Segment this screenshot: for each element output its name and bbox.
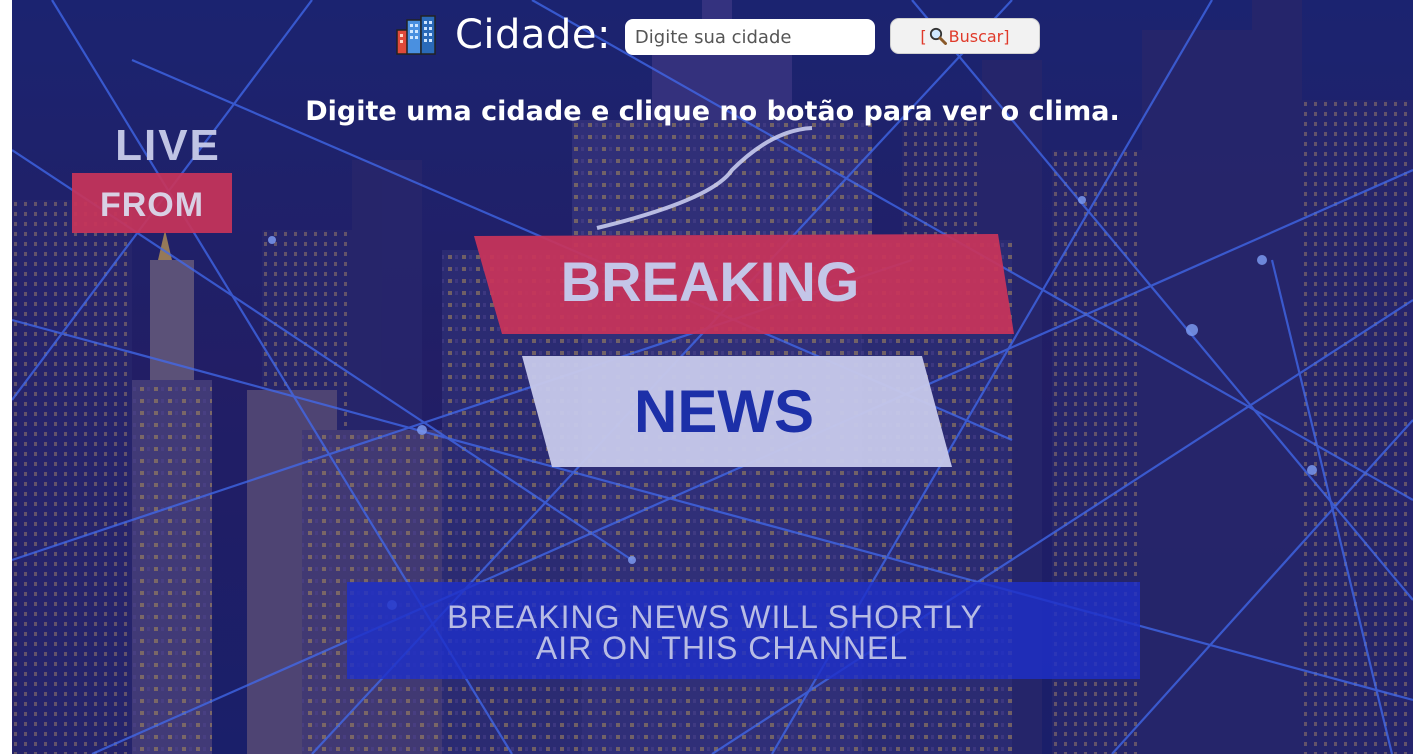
magnifier-icon (929, 27, 947, 45)
breaking-text: BREAKING (561, 250, 860, 313)
from-text: FROM (100, 186, 204, 224)
instruction-message: Digite uma cidade e clique no botão para… (305, 96, 1120, 127)
search-button-label: Buscar] (948, 26, 1010, 46)
search-bar: Cidade: [ Buscar] (395, 12, 1040, 58)
app-stage: LIVE FROM BREAKING NEWS BREAKING NEWS WI… (12, 0, 1413, 754)
ticker-line-2: AIR ON THIS CHANNEL (536, 630, 908, 666)
search-button-bracket: [ (920, 26, 927, 46)
city-label: Cidade: (455, 12, 611, 58)
city-input[interactable] (624, 19, 875, 55)
search-button[interactable]: [ Buscar] (889, 18, 1040, 54)
live-text: LIVE (115, 121, 221, 170)
city-buildings-icon (396, 15, 436, 55)
news-text: NEWS (634, 378, 814, 445)
